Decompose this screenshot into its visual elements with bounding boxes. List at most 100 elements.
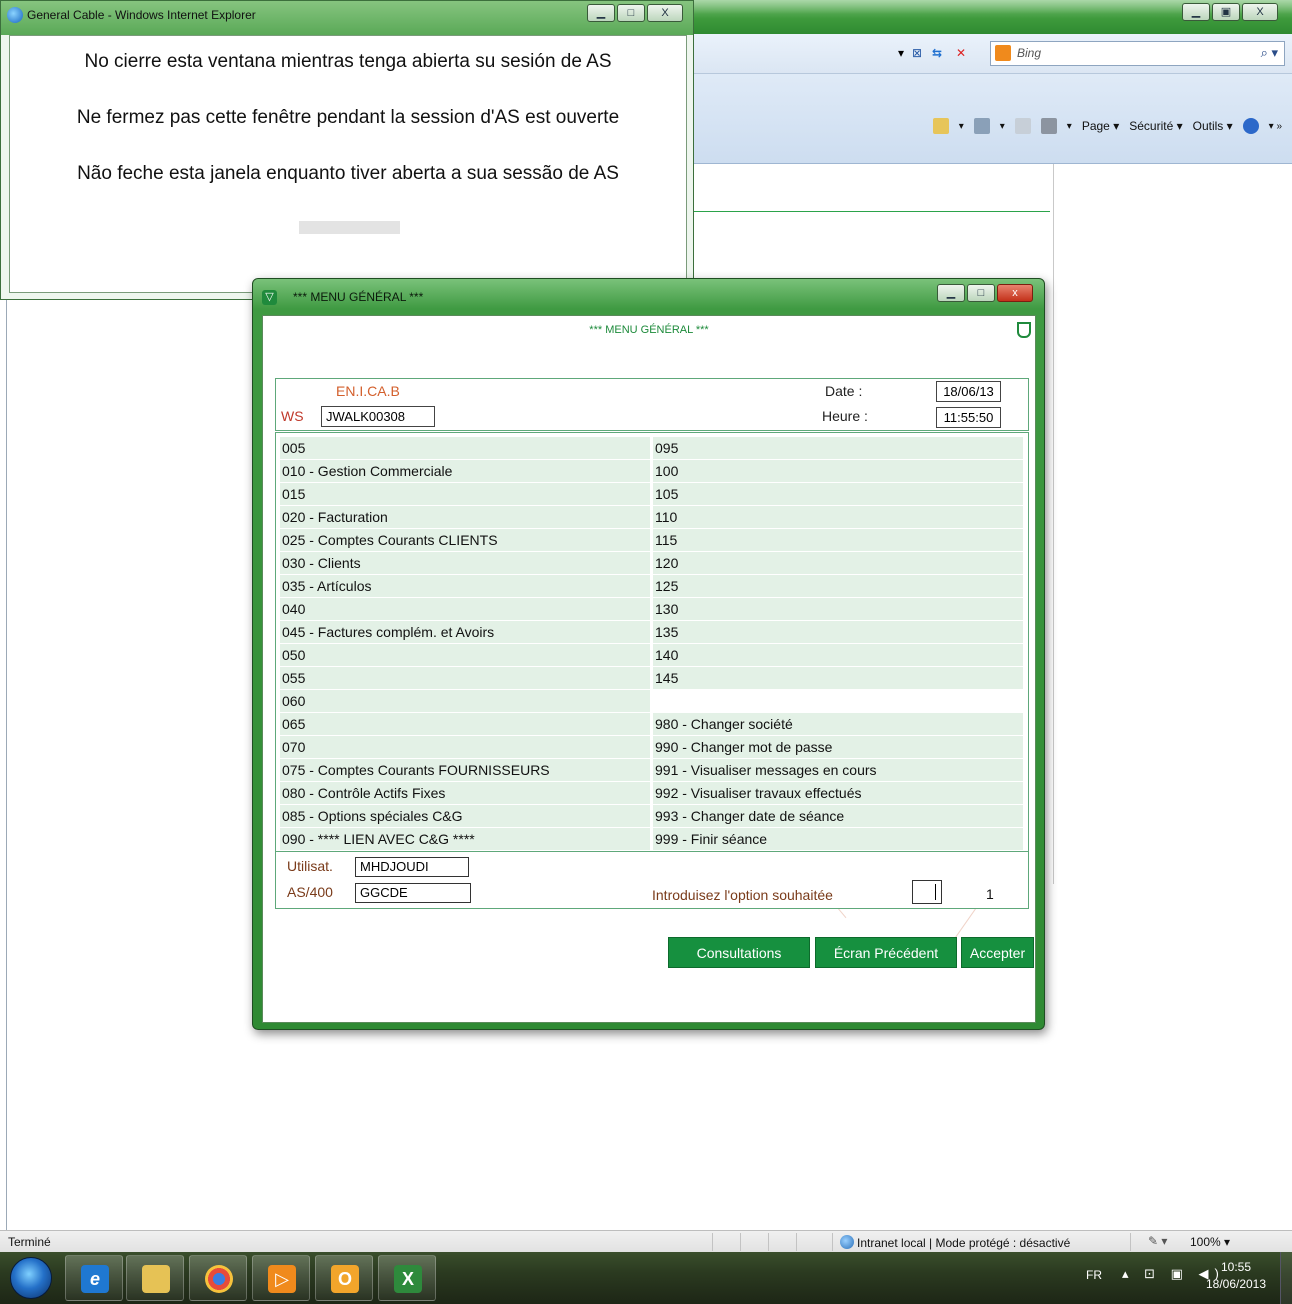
taskbar-excel[interactable]: X xyxy=(378,1255,436,1301)
print-icon[interactable] xyxy=(1040,118,1057,134)
refresh-icon[interactable]: ⇆ xyxy=(932,43,942,65)
taskbar-outlook[interactable]: O xyxy=(315,1255,373,1301)
menu-option[interactable]: 140 xyxy=(653,644,1023,667)
user-field: MHDJOUDI xyxy=(355,857,469,877)
status-text: Terminé xyxy=(8,1235,51,1249)
user-label: Utilisat. xyxy=(287,858,333,874)
consultations-button[interactable]: Consultations xyxy=(668,937,810,968)
menu-option[interactable]: 990 - Changer mot de passe xyxy=(653,736,1023,759)
maximize-button[interactable]: □ xyxy=(617,4,645,22)
ie-status-bar: Terminé Intranet local | Mode protégé : … xyxy=(0,1230,1292,1252)
ws-field: JWALK00308 xyxy=(321,406,435,427)
page-menu[interactable]: Page ▾ xyxy=(1082,119,1119,133)
show-desktop-button[interactable] xyxy=(1280,1252,1292,1304)
zoom-control[interactable]: 100% ▾ xyxy=(1190,1235,1230,1249)
maximize-button[interactable]: □ xyxy=(967,284,995,302)
intranet-icon xyxy=(840,1235,854,1249)
menu-option[interactable]: 050 xyxy=(280,644,650,667)
hour-label: Heure : xyxy=(822,408,868,424)
clock-time: 10:55 xyxy=(1220,1260,1252,1274)
menu-option[interactable]: 020 - Facturation xyxy=(280,506,650,529)
options-left-column: 005 010 - Gestion Commerciale 015 020 - … xyxy=(280,437,650,851)
menu-option[interactable]: 090 - **** LIEN AVEC C&G **** xyxy=(280,828,650,851)
option-count: 1 xyxy=(986,886,994,902)
as400-label: AS/400 xyxy=(287,884,333,900)
address-dropdown-icon[interactable]: ▾ xyxy=(898,43,904,65)
menu-option[interactable]: 030 - Clients xyxy=(280,552,650,575)
security-menu[interactable]: Sécurité ▾ xyxy=(1129,119,1182,133)
option-input[interactable] xyxy=(912,880,942,904)
session-warning-window: General Cable - Windows Internet Explore… xyxy=(0,0,694,300)
search-icon[interactable]: ⌕ ▾ xyxy=(1261,45,1278,61)
menu-option[interactable]: 125 xyxy=(653,575,1023,598)
menu-option[interactable]: 105 xyxy=(653,483,1023,506)
previous-screen-button[interactable]: Écran Précédent xyxy=(815,937,957,968)
menu-option[interactable]: 980 - Changer société xyxy=(653,713,1023,736)
menu-option[interactable]: 095 xyxy=(653,437,1023,460)
menu-option[interactable]: 035 - Artículos xyxy=(280,575,650,598)
close-button[interactable]: X xyxy=(1242,3,1278,21)
menu-general-window: ▽ *** MENU GÉNÉRAL *** ▁ □ x *** MENU GÉ… xyxy=(252,278,1045,1030)
clock[interactable]: 10:55 18/06/2013 xyxy=(1200,1259,1272,1293)
menu-option[interactable]: 085 - Options spéciales C&G xyxy=(280,805,650,828)
taskbar-ie[interactable]: e xyxy=(65,1255,123,1301)
taskbar-chrome[interactable] xyxy=(189,1255,247,1301)
stop-icon[interactable]: ✕ xyxy=(956,43,966,65)
menu-option[interactable]: 025 - Comptes Courants CLIENTS xyxy=(280,529,650,552)
language-indicator[interactable]: FR xyxy=(1086,1268,1102,1282)
folder-icon xyxy=(142,1265,170,1293)
popup-window-controls: ▁ □ X xyxy=(587,4,683,22)
help-icon[interactable] xyxy=(1242,118,1259,134)
mail-icon[interactable] xyxy=(1014,118,1031,134)
start-button[interactable] xyxy=(10,1257,52,1299)
menu-option[interactable]: 055 xyxy=(280,667,650,690)
menu-option[interactable]: 005 xyxy=(280,437,650,460)
minimize-button[interactable]: ▁ xyxy=(937,284,965,302)
menu-option[interactable]: 999 - Finir séance xyxy=(653,828,1023,851)
ie-address-bar: ▾ ⊠ ⇆ ✕ Bing ⌕ ▾ xyxy=(690,34,1292,74)
menu-option[interactable]: 992 - Visualiser travaux effectués xyxy=(653,782,1023,805)
menu-option[interactable]: 065 xyxy=(280,713,650,736)
as400-field: GGCDE xyxy=(355,883,471,903)
accept-button[interactable]: Accepter xyxy=(961,937,1034,968)
clock-date: 18/06/2013 xyxy=(1205,1277,1267,1291)
tools-menu[interactable]: Outils ▾ xyxy=(1193,119,1233,133)
close-button[interactable]: x xyxy=(997,284,1033,302)
menu-option[interactable]: 045 - Factures complém. et Avoirs xyxy=(280,621,650,644)
menu-option[interactable]: 130 xyxy=(653,598,1023,621)
menu-option[interactable]: 145 xyxy=(653,667,1023,690)
search-box[interactable]: Bing ⌕ ▾ xyxy=(990,41,1285,66)
menu-option[interactable]: 010 - Gestion Commerciale xyxy=(280,460,650,483)
menu-option[interactable]: 110 xyxy=(653,506,1023,529)
menu-option[interactable]: 991 - Visualiser messages en cours xyxy=(653,759,1023,782)
menu-window-controls: ▁ □ x xyxy=(937,284,1033,302)
taskbar-explorer[interactable] xyxy=(126,1255,184,1301)
close-button[interactable]: X xyxy=(647,4,683,22)
menu-option[interactable]: 115 xyxy=(653,529,1023,552)
menu-option[interactable]: 120 xyxy=(653,552,1023,575)
menu-option[interactable]: 040 xyxy=(280,598,650,621)
menu-option[interactable]: 100 xyxy=(653,460,1023,483)
taskbar-app[interactable]: ▷ xyxy=(252,1255,310,1301)
maximize-button[interactable]: ▣ xyxy=(1212,3,1240,21)
system-tray: FR ▴ ⊡ ▣ ◀) 10:55 18/06/2013 xyxy=(1072,1252,1292,1304)
menu-option[interactable]: 080 - Contrôle Actifs Fixes xyxy=(280,782,650,805)
menu-option[interactable]: 070 xyxy=(280,736,650,759)
company-name: EN.I.CA.B xyxy=(336,383,400,399)
security-zone[interactable]: Intranet local | Mode protégé : désactiv… xyxy=(840,1235,1070,1250)
search-input[interactable]: Bing xyxy=(1017,46,1041,60)
home-icon[interactable] xyxy=(932,118,949,134)
minimize-button[interactable]: ▁ xyxy=(1182,3,1210,21)
menu-option[interactable]: 060 xyxy=(280,690,650,713)
feeds-icon[interactable] xyxy=(973,118,990,134)
ie-titlebar: ▁ ▣ X xyxy=(690,0,1292,34)
menu-option[interactable]: 075 - Comptes Courants FOURNISSEURS xyxy=(280,759,650,782)
ie-command-bar: ▾ ▾ ▾ Page ▾ Sécurité ▾ Outils ▾ ▾ » xyxy=(690,74,1292,164)
minimize-button[interactable]: ▁ xyxy=(587,4,615,22)
menu-option[interactable]: 015 xyxy=(280,483,650,506)
compatibility-icon[interactable]: ⊠ xyxy=(912,43,922,65)
menu-option[interactable]: 135 xyxy=(653,621,1023,644)
add-ons-icon[interactable]: ✎ ▾ xyxy=(1148,1234,1167,1248)
menu-client-area: *** MENU GÉNÉRAL *** EN.I.CA.B WS JWALK0… xyxy=(262,315,1036,1023)
menu-option[interactable]: 993 - Changer date de séance xyxy=(653,805,1023,828)
